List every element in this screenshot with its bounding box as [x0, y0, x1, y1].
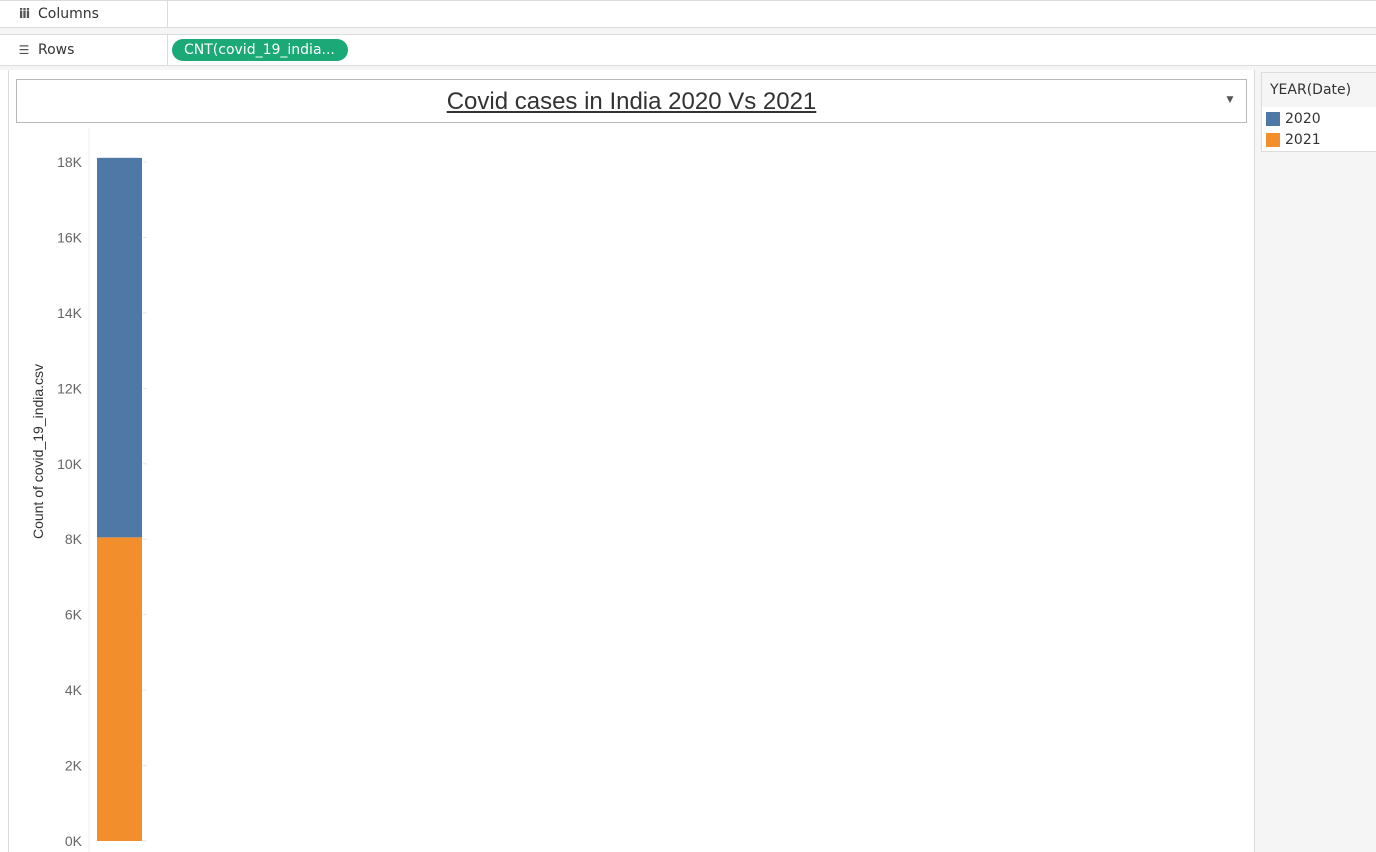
rows-icon: ☰	[18, 43, 30, 57]
columns-icon: iii	[18, 6, 30, 22]
y-tick-label: 18K	[57, 154, 83, 170]
left-panel-edge	[0, 70, 9, 852]
rows-shelf-label: ☰ Rows	[8, 35, 168, 65]
tableau-worksheet-view: iii Columns ☰ Rows CNT(covid_19_india...…	[0, 0, 1376, 852]
side-panel	[1255, 70, 1376, 852]
legend-label-2020: 2020	[1285, 110, 1321, 127]
y-tick-label: 0K	[65, 833, 83, 849]
bar-segment-2021	[97, 537, 142, 841]
y-axis-label: Count of covid_19_india.csv	[30, 364, 46, 539]
y-tick-label: 10K	[57, 456, 83, 472]
columns-label-text: Columns	[38, 6, 99, 22]
y-tick-label: 6K	[65, 607, 83, 623]
color-legend: YEAR(Date) 2020 2021	[1261, 72, 1376, 152]
y-tick-label: 8K	[65, 531, 83, 547]
legend-title: YEAR(Date)	[1262, 73, 1376, 108]
rows-measure-pill[interactable]: CNT(covid_19_india...	[172, 39, 348, 61]
legend-swatch-2021	[1266, 132, 1280, 147]
bar-chart: 0K 2K 4K 6K 8K 10K 12K 14K 16K 18K Count of covid_…	[30, 128, 147, 852]
y-tick-label: 12K	[57, 380, 83, 396]
y-tick-label: 2K	[65, 758, 83, 774]
legend-item-2021[interactable]: 2021	[1262, 129, 1376, 150]
y-tick-label: 14K	[57, 305, 83, 321]
legend-item-2020[interactable]: 2020	[1262, 108, 1376, 129]
legend-label-2021: 2021	[1285, 131, 1321, 148]
y-tick-label: 4K	[65, 682, 83, 698]
columns-shelf[interactable]: iii Columns	[0, 0, 1376, 28]
columns-shelf-label: iii Columns	[8, 1, 168, 27]
y-tick-label: 16K	[57, 229, 83, 245]
rows-shelf[interactable]: ☰ Rows CNT(covid_19_india...	[0, 34, 1376, 66]
chart-area: Covid cases in India 2020 Vs 2021 ▼ 0K 2K…	[9, 70, 1255, 852]
rows-label-text: Rows	[38, 42, 75, 58]
bar-segment-2020	[97, 157, 142, 538]
legend-swatch-2020	[1266, 111, 1280, 126]
